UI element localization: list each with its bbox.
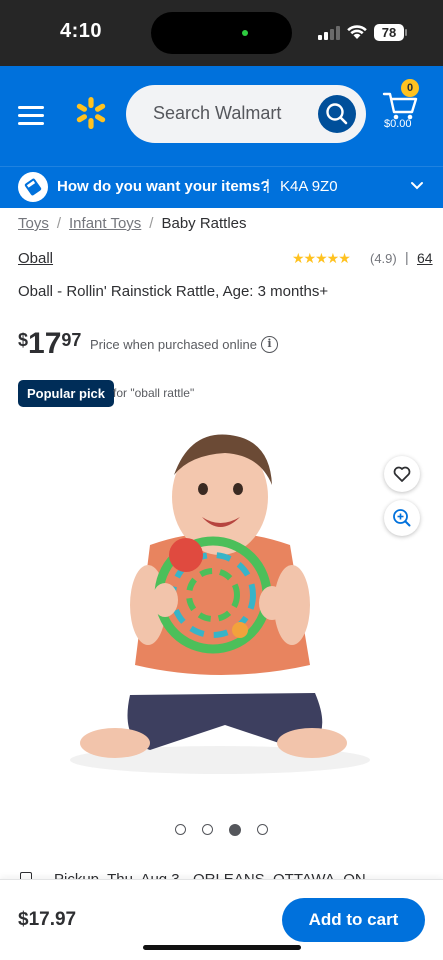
bottom-price: $17.97 <box>18 909 77 930</box>
breadcrumb: Toys / Infant Toys / Baby Rattles <box>18 215 247 232</box>
zoom-in-icon <box>393 509 411 527</box>
search-placeholder: Search Walmart <box>153 103 282 123</box>
rating-value: (4.9) <box>370 251 397 266</box>
price-note: Price when purchased online <box>90 337 257 352</box>
product-price: $1797 <box>18 327 81 361</box>
heart-icon <box>393 466 411 482</box>
wifi-icon <box>347 25 367 39</box>
fulfillment-separator: | <box>266 177 270 194</box>
breadcrumb-separator: / <box>149 215 154 232</box>
battery-cap <box>405 29 407 36</box>
status-time: 4:10 <box>60 20 103 42</box>
breadcrumb-link-toys[interactable]: Toys <box>18 215 49 232</box>
star-rating-icon: ★★★★★ <box>292 250 351 266</box>
fulfillment-selector[interactable]: How do you want your items? | K4A 9Z0 <box>0 166 443 208</box>
breadcrumb-link-infant-toys[interactable]: Infant Toys <box>69 215 141 232</box>
brand-link[interactable]: Oball <box>18 250 53 267</box>
postal-code: K4A 9Z0 <box>280 178 338 195</box>
search-icon <box>326 103 348 125</box>
carousel-dot[interactable] <box>257 824 268 835</box>
search-button[interactable] <box>318 95 356 133</box>
popular-pick-badge: Popular pick <box>18 380 115 407</box>
add-to-cart-button[interactable]: Add to cart <box>282 898 425 942</box>
delivery-icon <box>18 172 48 202</box>
favorite-button[interactable] <box>384 456 420 492</box>
chevron-down-icon <box>411 182 423 190</box>
badge-context: for "oball rattle" <box>113 386 195 400</box>
site-header: Search Walmart 0 $0.00 <box>0 66 443 166</box>
fulfillment-prompt: How do you want your items? <box>57 178 270 195</box>
search-input[interactable]: Search Walmart <box>126 85 366 143</box>
sticky-add-to-cart-bar: $17.97 Add to cart <box>0 879 443 960</box>
carousel-dot[interactable] <box>202 824 213 835</box>
product-title: Oball - Rollin' Rainstick Rattle, Age: 3… <box>18 283 329 300</box>
cart-total: $0.00 <box>384 118 412 130</box>
pickup-info: Pickup, Thu, Aug 3 · ORLEANS, OTTAWA, ON <box>0 866 443 880</box>
menu-icon[interactable] <box>18 104 44 126</box>
walmart-spark-logo-icon[interactable] <box>74 96 108 130</box>
cart-count-badge: 0 <box>401 79 419 97</box>
info-icon[interactable]: i <box>261 336 278 353</box>
carousel-dot-active[interactable] <box>229 823 241 836</box>
home-indicator[interactable] <box>143 945 301 950</box>
zoom-button[interactable] <box>384 500 420 536</box>
rating-separator: | <box>405 249 409 265</box>
battery-icon: 78 <box>374 24 404 41</box>
price-currency: $ <box>18 330 29 350</box>
cellular-signal-icon <box>318 25 342 40</box>
product-image[interactable] <box>60 425 380 805</box>
status-bar: 4:10 78 <box>0 0 443 66</box>
carousel-dot[interactable] <box>175 824 186 835</box>
price-cents: 97 <box>61 330 82 350</box>
breadcrumb-separator: / <box>56 215 62 232</box>
review-count-link[interactable]: 64 <box>417 250 433 266</box>
breadcrumb-current: Baby Rattles <box>161 215 247 232</box>
dynamic-island <box>151 12 292 54</box>
price-dollars: 17 <box>28 327 62 360</box>
camera-indicator <box>242 30 248 36</box>
